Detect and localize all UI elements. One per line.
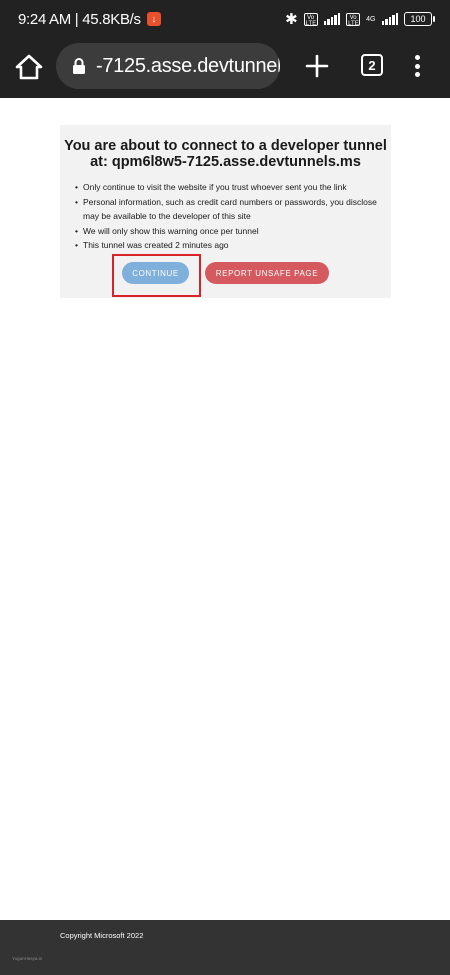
- menu-button[interactable]: [411, 52, 423, 80]
- continue-button[interactable]: CONTINUE: [122, 262, 189, 284]
- network-type-label: 4G: [366, 15, 376, 23]
- copyright-text: Copyright Microsoft 2022: [60, 931, 144, 940]
- bluetooth-icon: ✱: [285, 11, 298, 28]
- tab-switcher-button[interactable]: 2: [361, 54, 383, 76]
- signal-strength-icon-2: [381, 13, 398, 25]
- page-content: You are about to connect to a developer …: [0, 98, 450, 920]
- tunnel-warning-card: You are about to connect to a developer …: [60, 125, 391, 298]
- menu-dot-icon: [414, 55, 420, 60]
- tab-count: 2: [368, 57, 376, 73]
- volte-icon-2: Vo LTE: [346, 12, 361, 27]
- warning-title: You are about to connect to a developer …: [64, 138, 387, 170]
- warning-item: Personal information, such as credit car…: [75, 195, 380, 224]
- warning-item: This tunnel was created 2 minutes ago: [75, 238, 380, 253]
- warning-item: Only continue to visit the website if yo…: [75, 180, 380, 195]
- report-unsafe-page-button[interactable]: REPORT UNSAFE PAGE: [205, 262, 329, 284]
- lock-icon: [73, 58, 85, 74]
- status-left: 9:24 AM | 45.8KB/s ↓: [18, 11, 161, 28]
- warning-list: Only continue to visit the website if yo…: [75, 180, 380, 253]
- download-notification-icon: ↓: [146, 12, 161, 26]
- footer: Copyright Microsoft 2022 YoganHasya.in: [0, 920, 450, 975]
- url-text[interactable]: -7125.asse.devtunnels.ms: [96, 55, 280, 78]
- status-right: ✱ Vo LTE Vo LTE 4G 100: [285, 10, 435, 28]
- signal-strength-icon: [323, 13, 341, 25]
- warning-item: We will only show this warning once per …: [75, 224, 380, 239]
- plus-icon: [305, 54, 329, 78]
- volte-icon: Vo LTE: [303, 12, 318, 27]
- browser-toolbar: -7125.asse.devtunnels.ms 2: [0, 38, 450, 98]
- status-bar: 9:24 AM | 45.8KB/s ↓ ✱ Vo LTE Vo LTE 4G …: [0, 0, 450, 38]
- home-button[interactable]: [14, 52, 44, 82]
- home-icon: [15, 54, 43, 80]
- new-tab-button[interactable]: [304, 53, 330, 79]
- address-bar[interactable]: -7125.asse.devtunnels.ms: [56, 43, 280, 89]
- menu-dot-icon: [414, 72, 420, 77]
- battery-icon: 100: [404, 12, 435, 26]
- time-and-speed: 9:24 AM | 45.8KB/s: [18, 10, 141, 28]
- watermark-text: YoganHasya.in: [12, 956, 43, 961]
- menu-dot-icon: [414, 63, 420, 69]
